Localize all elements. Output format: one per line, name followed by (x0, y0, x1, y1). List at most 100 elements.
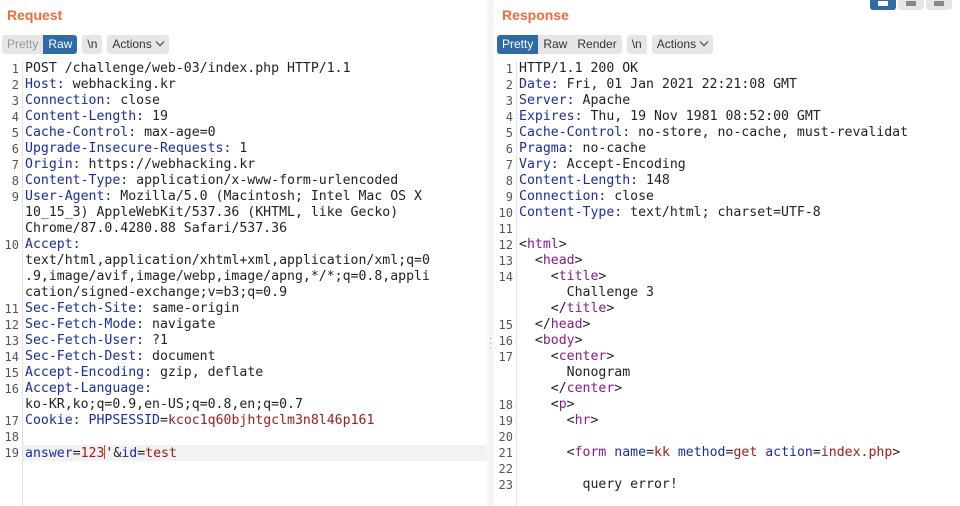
code-token: close (606, 189, 654, 204)
code-line: Cache-Control: max-age=0 (25, 125, 216, 141)
response-actions-dropdown[interactable]: Actions (651, 35, 714, 54)
code-line: Accept: (25, 237, 81, 253)
code-token: Origin: (25, 157, 81, 172)
code-line: Vary: Accept-Encoding (519, 157, 686, 173)
code-line: Date: Fri, 01 Jan 2021 22:21:08 GMT (519, 77, 797, 93)
code-token: Accept: (25, 237, 81, 252)
request-pretty-button[interactable]: Pretty (2, 35, 44, 54)
tabbed-layout-icon[interactable] (926, 0, 952, 10)
code-token: </ (519, 381, 567, 396)
code-line: Content-Length: 19 (25, 109, 168, 125)
code-token: close (112, 93, 160, 108)
code-token: no-store, no-cache, must-revalidat (630, 125, 909, 140)
code-token: body (542, 333, 575, 348)
code-token: '& (105, 446, 122, 461)
line-number: 6 (505, 142, 513, 156)
code-token: > (606, 301, 615, 316)
code-line: Accept-Language: (25, 381, 152, 397)
code-token: Expires: (519, 109, 583, 124)
response-pretty-button[interactable]: Pretty (497, 35, 539, 54)
request-actions-dropdown[interactable]: Actions (107, 35, 169, 54)
code-token: webhacking.kr (64, 77, 176, 92)
line-number: 18 (4, 430, 19, 444)
code-line: </title> (519, 301, 615, 317)
response-raw-button[interactable]: Raw (538, 35, 573, 54)
code-token: head (550, 317, 583, 332)
code-token: </ (519, 301, 567, 316)
code-line: Connection: close (519, 189, 654, 205)
line-number: 21 (498, 446, 513, 460)
drag-handle-icon[interactable]: · · · (489, 334, 492, 354)
response-newline-button[interactable]: \n (626, 35, 647, 54)
code-token: center (558, 349, 607, 364)
code-token: > (590, 413, 599, 428)
code-line: <center> (519, 349, 615, 365)
code-token: > (614, 381, 623, 396)
code-token: Content-Type: (25, 173, 129, 188)
code-token: kcoc1q60bjhtgclm3n8l46p161 (167, 413, 375, 428)
code-token: 10_15_3) AppleWebKit/537.36 (KHTML, like… (25, 205, 399, 220)
line-number: 17 (498, 350, 513, 364)
code-token: Content-Length: (25, 109, 145, 124)
line-number: 4 (11, 110, 19, 124)
side-by-side-layout-icon[interactable] (870, 0, 896, 10)
code-token: < (519, 397, 559, 412)
code-line: text/html,application/xhtml+xml,applicat… (25, 253, 430, 269)
response-render-button[interactable]: Render (572, 35, 622, 54)
pane-divider[interactable]: · · · (487, 0, 494, 506)
stacked-layout-icon[interactable] (898, 0, 924, 10)
code-token: application/x-www-form-urlencoded (128, 173, 399, 188)
code-line: Challenge 3 (519, 285, 654, 301)
code-token: < (519, 237, 527, 252)
line-number: 7 (505, 158, 513, 172)
code-token: name (614, 445, 647, 460)
code-token: > (566, 397, 575, 412)
request-editor[interactable]: 1 POST /challenge/web-03/index.php HTTP/1… (0, 61, 487, 506)
request-raw-button[interactable]: Raw (43, 35, 78, 54)
code-line: </center> (519, 381, 622, 397)
code-line: User-Agent: Mozilla/5.0 (Macintosh; Inte… (25, 189, 422, 205)
code-token: text/html; charset=UTF-8 (622, 205, 821, 220)
line-number: 9 (505, 190, 513, 204)
line-number: 11 (498, 222, 513, 236)
code-line: <hr> (519, 413, 599, 429)
code-token: > (892, 445, 901, 460)
code-token: hr (574, 413, 591, 428)
code-line: Host: webhacking.kr (25, 77, 176, 93)
code-line: POST /challenge/web-03/index.php HTTP/1.… (25, 61, 351, 77)
code-token: navigate (144, 317, 216, 332)
code-token: text/html,application/xhtml+xml,applicat… (25, 253, 430, 268)
code-token: > (606, 349, 615, 364)
response-actions-label: Actions (656, 37, 697, 51)
code-token: < (519, 445, 575, 460)
code-token: no-cache (574, 141, 647, 156)
response-view-toggle: Pretty Raw Render (497, 35, 622, 55)
code-token: Accept-Encoding: (25, 365, 153, 380)
code-token: Content-Type: (519, 205, 623, 220)
line-number: 2 (505, 78, 513, 92)
code-token: Sec-Fetch-User: (25, 333, 145, 348)
code-line: Sec-Fetch-Dest: document (25, 349, 216, 365)
code-token: < (519, 333, 543, 348)
code-token: < (519, 269, 559, 284)
code-token: HTTP/1.1 200 OK (519, 61, 639, 76)
line-number: 6 (11, 142, 19, 156)
code-line: Sec-Fetch-Mode: navigate (25, 317, 216, 333)
code-token: Accept-Language: (25, 381, 153, 396)
code-line: <p> (519, 397, 575, 413)
response-title: Response (502, 7, 569, 23)
code-line: Cookie: PHPSESSID=kcoc1q60bjhtgclm3n8l46… (25, 413, 374, 429)
chevron-down-icon (699, 37, 709, 47)
response-editor[interactable]: 1 HTTP/1.1 200 OK 2 Date: Fri, 01 Jan 2021 … (494, 61, 960, 506)
code-token: Upgrade-Insecure-Requests: (25, 141, 232, 156)
code-token: < (519, 413, 575, 428)
request-newline-button[interactable]: \n (82, 35, 103, 54)
code-token: < (519, 253, 543, 268)
code-token: 1 (231, 141, 248, 156)
code-line: Content-Length: 148 (519, 173, 670, 189)
code-token: > (574, 333, 583, 348)
line-number: 20 (498, 430, 513, 444)
code-token: 148 (638, 173, 670, 188)
line-number: 23 (498, 478, 513, 492)
